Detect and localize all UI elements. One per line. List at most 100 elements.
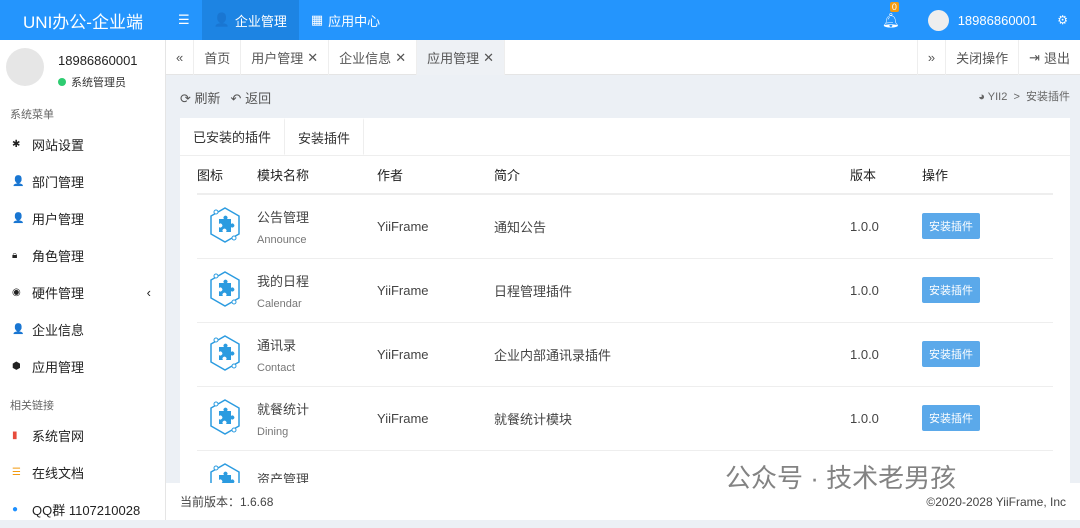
watermark: 公众号 · 技术老男孩: [725, 458, 956, 495]
plugin-author: YiiFrame: [377, 386, 494, 450]
plugin-name: 我的日程: [257, 271, 377, 290]
plugin-code: Announce: [257, 234, 377, 246]
puzzle-icon: [207, 269, 243, 312]
breadcrumb: ◕ YII2 > 安装插件: [978, 88, 1070, 107]
tab-users[interactable]: 用户管理✕: [241, 40, 329, 75]
label: 刷新: [195, 91, 221, 106]
plugin-author: YiiFrame: [377, 322, 494, 386]
tab-app-management[interactable]: 应用管理✕: [417, 40, 505, 75]
tab-bar: « 首页 用户管理✕ 企业信息✕ 应用管理✕ » 关闭操作 ⇥退出: [166, 40, 1080, 75]
user-plus-icon: 👤: [214, 12, 230, 28]
top-bar: UNI办公-企业端 ☰ 👤企业管理 ▦应用中心 🔔︎0 18986860001 …: [0, 0, 1080, 40]
lock-icon: 🔒︎: [12, 250, 23, 261]
sidebar: 18986860001 系统管理员 系统菜单 ✱网站设置 👤部门管理 👤用户管理…: [0, 40, 166, 520]
tab-label: 首页: [204, 48, 230, 67]
circle-dot-icon: ◉: [12, 287, 23, 298]
close-icon[interactable]: ✕: [395, 50, 406, 66]
sidebar-item-app-management[interactable]: ⬢应用管理: [0, 348, 165, 385]
logout-button[interactable]: ⇥退出: [1018, 40, 1080, 75]
sidebar-item-company-info[interactable]: 👤企业信息: [0, 311, 165, 348]
plugin-name: 公告管理: [257, 207, 377, 226]
sidebar-item-roles[interactable]: 🔒︎角色管理: [0, 237, 165, 274]
plugin-desc: 日程管理插件: [494, 258, 850, 322]
close-ops-button[interactable]: 关闭操作: [945, 40, 1018, 75]
sidebar-item-departments[interactable]: 👤 部门管理: [0, 163, 165, 200]
sidebar-item-users[interactable]: 👤用户管理: [0, 200, 165, 237]
install-plugin-button[interactable]: 安装插件: [922, 405, 980, 431]
plugin-desc: 通知公告: [494, 194, 850, 258]
grid-icon: ▦: [311, 12, 323, 28]
tab-label: 企业信息: [339, 48, 391, 67]
link-qq-group[interactable]: ●QQ群 1107210028: [0, 491, 165, 528]
tab-installed-plugins[interactable]: 已安装的插件: [180, 118, 284, 155]
label: 网站设置: [32, 135, 84, 154]
col-action: 操作: [922, 156, 1053, 194]
table-row: 我的日程Calendar YiiFrame 日程管理插件 1.0.0 安装插件: [197, 258, 1053, 322]
list-icon: ☰: [12, 467, 23, 478]
tab-home[interactable]: 首页: [194, 40, 241, 75]
version-text: 当前版本：1.6.68: [180, 493, 273, 510]
notification-button[interactable]: 🔔︎0: [882, 12, 900, 29]
section-title: 系统菜单: [0, 100, 165, 126]
plugin-code: Dining: [257, 426, 377, 438]
label: 返回: [245, 91, 271, 106]
user-plus-icon: 👤: [12, 324, 23, 335]
puzzle-icon: [207, 205, 243, 248]
gear-icon: ✱: [12, 139, 23, 150]
install-plugin-button[interactable]: 安装插件: [922, 213, 980, 239]
breadcrumb-current: 安装插件: [1026, 91, 1070, 103]
tab-scroll-right[interactable]: »: [917, 40, 945, 75]
col-icon: 图标: [197, 156, 257, 194]
nav-app-center[interactable]: ▦ 应用中心: [299, 0, 392, 40]
install-plugin-button[interactable]: 安装插件: [922, 341, 980, 367]
nav-label: 应用中心: [328, 11, 380, 30]
close-icon[interactable]: ✕: [307, 50, 318, 66]
refresh-button[interactable]: ⟳ 刷新: [180, 88, 221, 107]
plugin-version: 1.0.0: [850, 258, 922, 322]
label: 退出: [1044, 48, 1070, 67]
dashboard-icon: ◕: [978, 91, 985, 103]
sidebar-item-site-settings[interactable]: ✱ 网站设置: [0, 126, 165, 163]
online-status-icon: [58, 78, 66, 86]
tab-scroll-left[interactable]: «: [166, 40, 194, 75]
plugin-name: 通讯录: [257, 335, 377, 354]
plugin-author: [377, 450, 494, 483]
plugin-name: 资产管理: [257, 469, 377, 484]
plugin-desc: 就餐统计模块: [494, 386, 850, 450]
header-username[interactable]: 18986860001: [958, 13, 1038, 28]
label: 在线文档: [32, 463, 84, 482]
avatar[interactable]: [928, 10, 949, 31]
breadcrumb-root[interactable]: YII2: [988, 91, 1008, 103]
hamburger-icon: ☰: [178, 12, 190, 28]
col-name: 模块名称: [257, 156, 377, 194]
nav-enterprise[interactable]: 👤企业管理: [202, 0, 299, 40]
user-plus-icon: 👤: [12, 176, 23, 187]
plugin-desc: 企业内部通讯录插件: [494, 322, 850, 386]
refresh-icon: ⟳: [180, 91, 191, 106]
back-button[interactable]: ↶ 返回: [231, 88, 272, 107]
menu-toggle-button[interactable]: ☰: [166, 0, 202, 40]
col-author: 作者: [377, 156, 494, 194]
label: 部门管理: [32, 172, 84, 191]
link-official-site[interactable]: ▮系统官网: [0, 417, 165, 454]
table-row: 就餐统计Dining YiiFrame 就餐统计模块 1.0.0 安装插件: [197, 386, 1053, 450]
user-avatar: [6, 48, 44, 86]
tab-install-plugins[interactable]: 安装插件: [284, 118, 364, 155]
sidebar-item-hardware[interactable]: ◉硬件管理‹: [0, 274, 165, 311]
close-icon[interactable]: ✕: [483, 50, 494, 66]
plugin-author: YiiFrame: [377, 258, 494, 322]
logo[interactable]: UNI办公-企业端: [0, 8, 166, 33]
tab-label: 用户管理: [251, 48, 303, 67]
col-desc: 简介: [494, 156, 850, 194]
reply-icon: ↶: [231, 91, 242, 106]
plugin-version: 1.0.0: [850, 386, 922, 450]
tab-company-info[interactable]: 企业信息✕: [329, 40, 417, 75]
settings-icon[interactable]: ⚙: [1057, 13, 1068, 27]
user-icon: 👤: [12, 213, 23, 224]
plugin-author: YiiFrame: [377, 194, 494, 258]
link-docs[interactable]: ☰ 在线文档: [0, 454, 165, 491]
install-plugin-button[interactable]: 安装插件: [922, 277, 980, 303]
bell-icon: 🔔︎: [882, 12, 900, 28]
section-title: 相关链接: [0, 391, 165, 417]
label: 硬件管理: [32, 283, 84, 302]
